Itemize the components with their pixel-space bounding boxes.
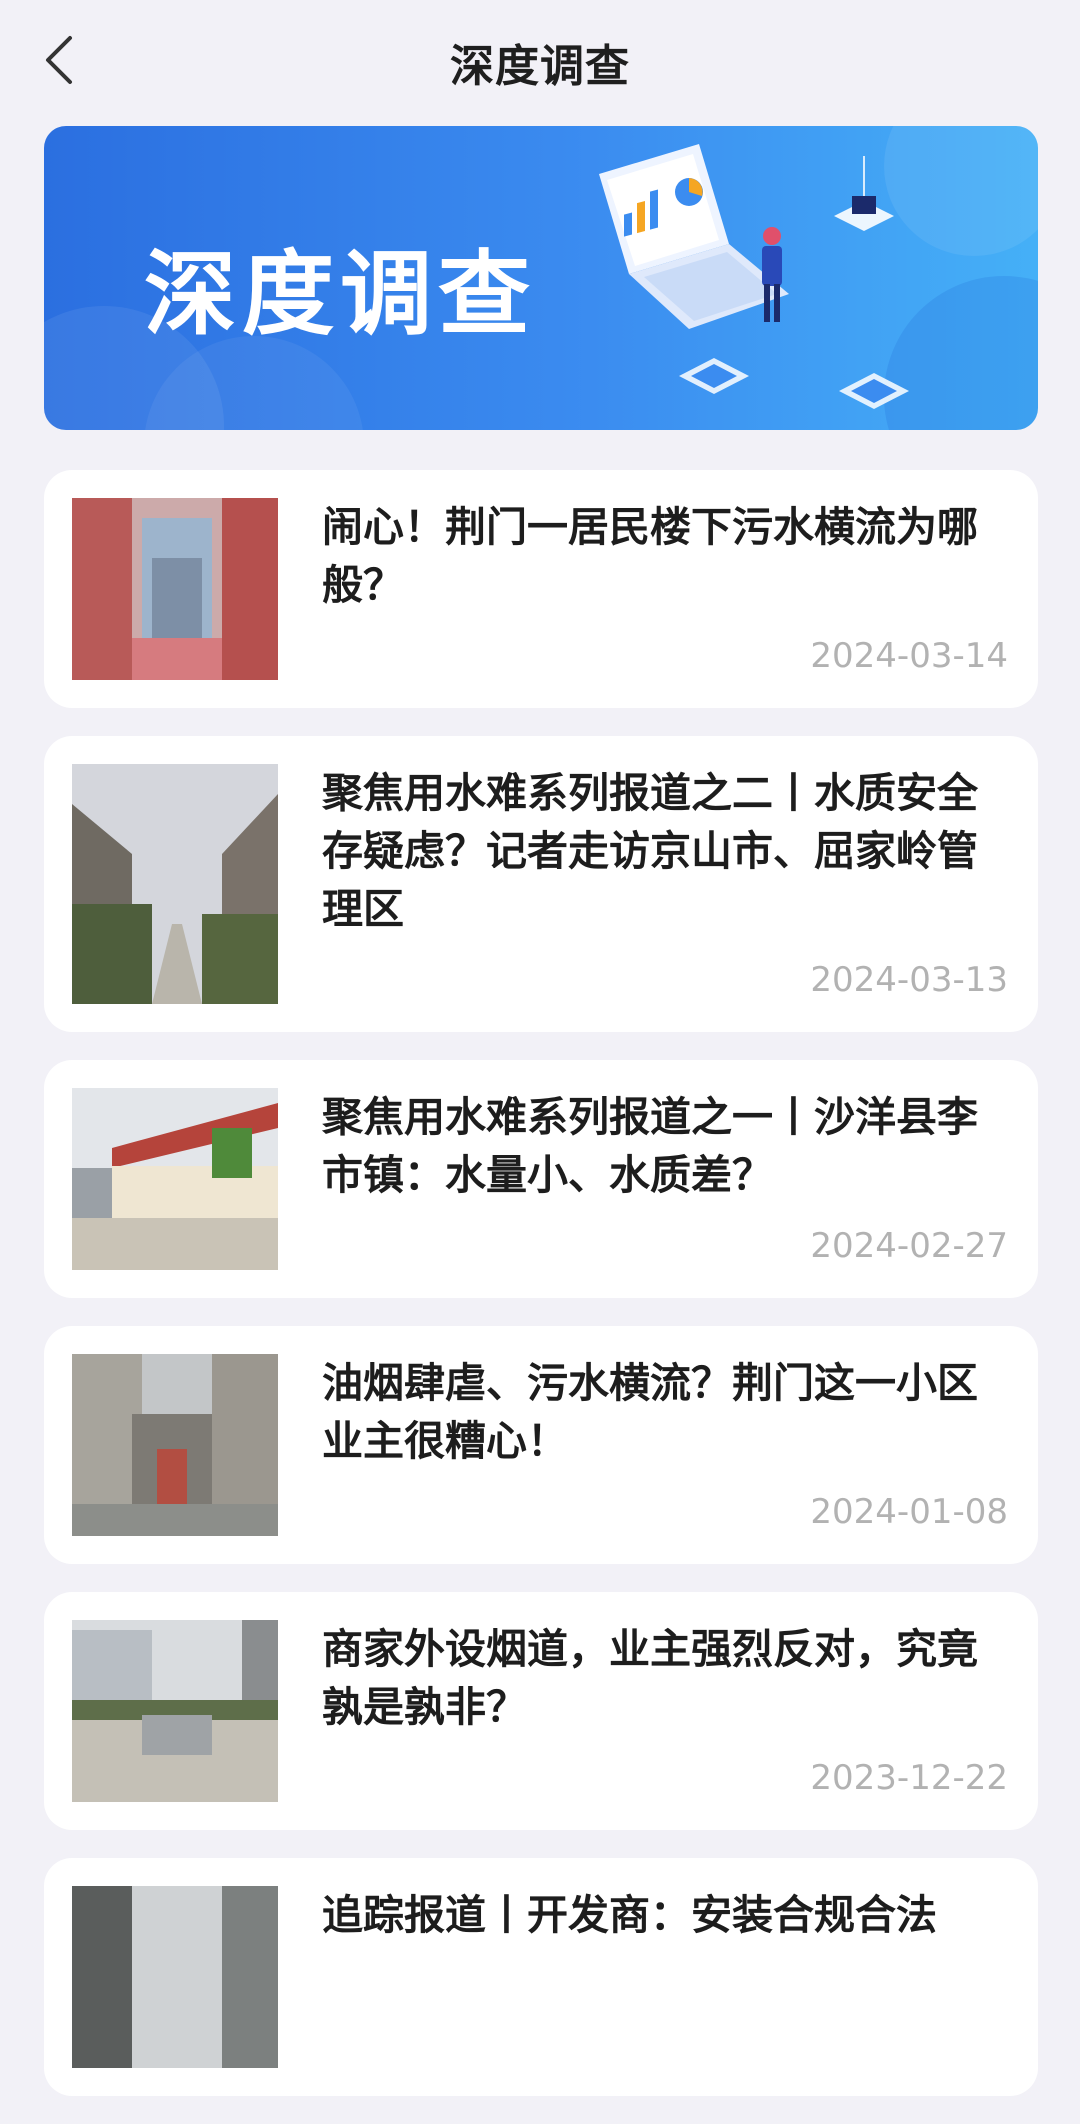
article-thumbnail: [72, 1886, 278, 2068]
article-card[interactable]: 聚焦用水难系列报道之二丨水质安全存疑虑？记者走访京山市、屈家岭管理区 2024-…: [44, 736, 1038, 1032]
back-button[interactable]: [28, 28, 92, 92]
article-card[interactable]: 商家外设烟道，业主强烈反对，究竟孰是孰非？ 2023-12-22: [44, 1592, 1038, 1830]
article-thumbnail: [72, 764, 278, 1004]
article-thumbnail: [72, 498, 278, 680]
article-card[interactable]: 追踪报道丨开发商：安装合规合法: [44, 1858, 1038, 2096]
article-title: 聚焦用水难系列报道之二丨水质安全存疑虑？记者走访京山市、屈家岭管理区: [322, 769, 978, 933]
article-title: 商家外设烟道，业主强烈反对，究竟孰是孰非？: [322, 1625, 978, 1731]
article-title: 追踪报道丨开发商：安装合规合法: [322, 1891, 937, 1939]
article-thumbnail: [72, 1088, 278, 1270]
article-date: 2024-01-08: [810, 1492, 1008, 1532]
banner-title: 深度调查: [144, 241, 537, 348]
article-thumbnail: [72, 1620, 278, 1802]
article-thumbnail: [72, 1354, 278, 1536]
page-title: 深度调查: [450, 41, 630, 92]
article-list: 闹心！荆门一居民楼下污水横流为哪般？ 2024-03-14 聚焦用水难系列报道之…: [44, 470, 1038, 2124]
top-bar: 深度调查: [0, 0, 1080, 124]
article-card[interactable]: 油烟肆虐、污水横流？荆门这一小区业主很糟心！ 2024-01-08: [44, 1326, 1038, 1564]
article-card[interactable]: 闹心！荆门一居民楼下污水横流为哪般？ 2024-03-14: [44, 470, 1038, 708]
article-date: 2024-03-14: [810, 636, 1008, 676]
article-date: 2024-03-13: [810, 960, 1008, 1000]
article-date: 2023-12-22: [810, 1758, 1008, 1798]
banner[interactable]: 深度调查: [44, 126, 1038, 430]
article-title: 聚焦用水难系列报道之一丨沙洋县李市镇：水量小、水质差？: [322, 1093, 978, 1199]
article-title: 闹心！荆门一居民楼下污水横流为哪般？: [322, 503, 978, 609]
chevron-left-icon: [46, 36, 72, 84]
article-card[interactable]: 聚焦用水难系列报道之一丨沙洋县李市镇：水量小、水质差？ 2024-02-27: [44, 1060, 1038, 1298]
article-date: 2024-02-27: [810, 1226, 1008, 1266]
article-title: 油烟肆虐、污水横流？荆门这一小区业主很糟心！: [322, 1359, 978, 1465]
